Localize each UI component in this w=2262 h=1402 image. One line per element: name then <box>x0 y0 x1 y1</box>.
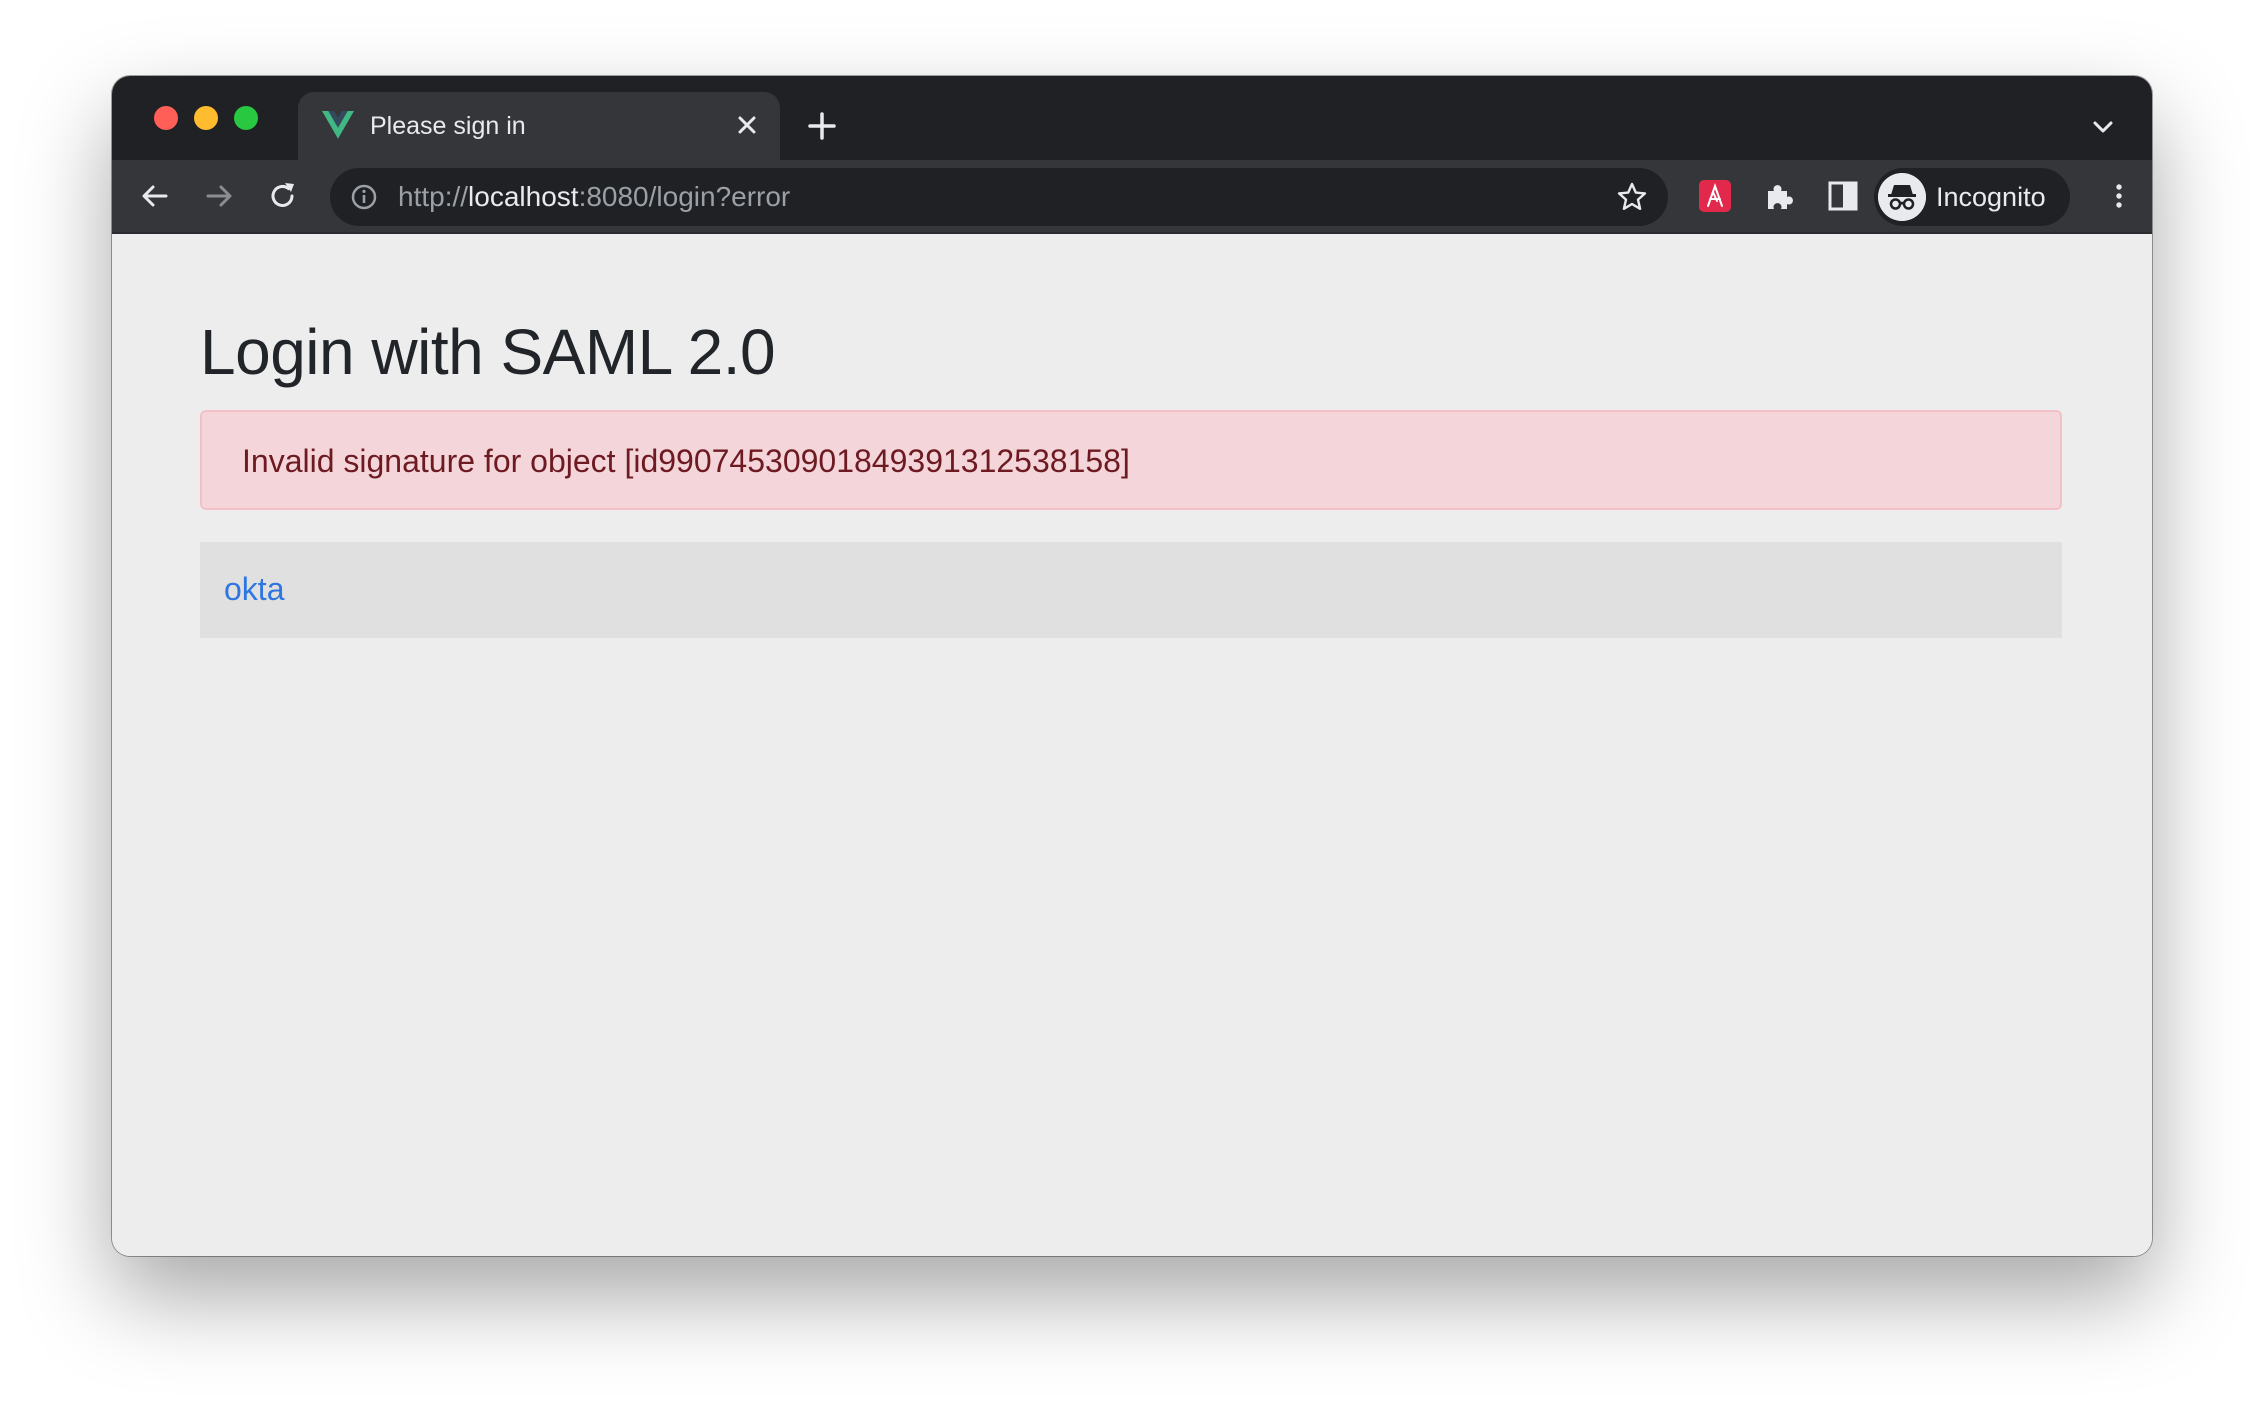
okta-login-link[interactable]: okta <box>224 570 284 608</box>
tab-strip: Please sign in <box>112 76 2152 160</box>
kebab-menu-icon[interactable] <box>2102 179 2136 213</box>
info-icon[interactable] <box>350 183 378 211</box>
tab-title: Please sign in <box>370 112 526 140</box>
error-alert: Invalid signature for object [id99074530… <box>200 410 2062 510</box>
maximize-window-button[interactable] <box>234 106 258 130</box>
error-message: Invalid signature for object [id99074530… <box>242 443 1130 479</box>
profile-label: Incognito <box>1936 182 2046 212</box>
page-title: Login with SAML 2.0 <box>200 316 776 388</box>
bookmark-star-icon[interactable] <box>1616 181 1648 213</box>
incognito-profile-button[interactable]: Incognito <box>1874 168 2070 226</box>
url-text[interactable]: http://localhost:8080/login?error <box>398 181 790 213</box>
browser-window: Please sign in http://localhost:8080/log… <box>112 76 2152 1256</box>
identity-provider-list: okta <box>200 542 2062 638</box>
chevron-down-icon[interactable] <box>2090 114 2116 140</box>
side-panel-icon[interactable] <box>1826 179 1860 213</box>
minimize-window-button[interactable] <box>194 106 218 130</box>
vue-logo-icon <box>322 111 354 139</box>
extensions-puzzle-icon[interactable] <box>1762 179 1796 213</box>
close-tab-icon[interactable] <box>732 110 762 140</box>
close-window-button[interactable] <box>154 106 178 130</box>
incognito-icon <box>1878 173 1926 221</box>
page-content: Login with SAML 2.0 Invalid signature fo… <box>112 236 2152 1256</box>
new-tab-icon[interactable] <box>806 110 838 142</box>
url-path: :8080/login?error <box>578 181 791 212</box>
address-bar[interactable]: http://localhost:8080/login?error <box>330 168 1668 226</box>
back-icon[interactable] <box>138 179 172 213</box>
url-host: localhost <box>468 181 579 212</box>
reload-icon[interactable] <box>266 179 300 213</box>
extension-icon[interactable] <box>1698 179 1732 213</box>
browser-toolbar: http://localhost:8080/login?error Incogn… <box>112 160 2152 234</box>
forward-icon[interactable] <box>202 179 236 213</box>
url-scheme: http:// <box>398 181 469 212</box>
tab-please-sign-in[interactable]: Please sign in <box>298 92 780 160</box>
